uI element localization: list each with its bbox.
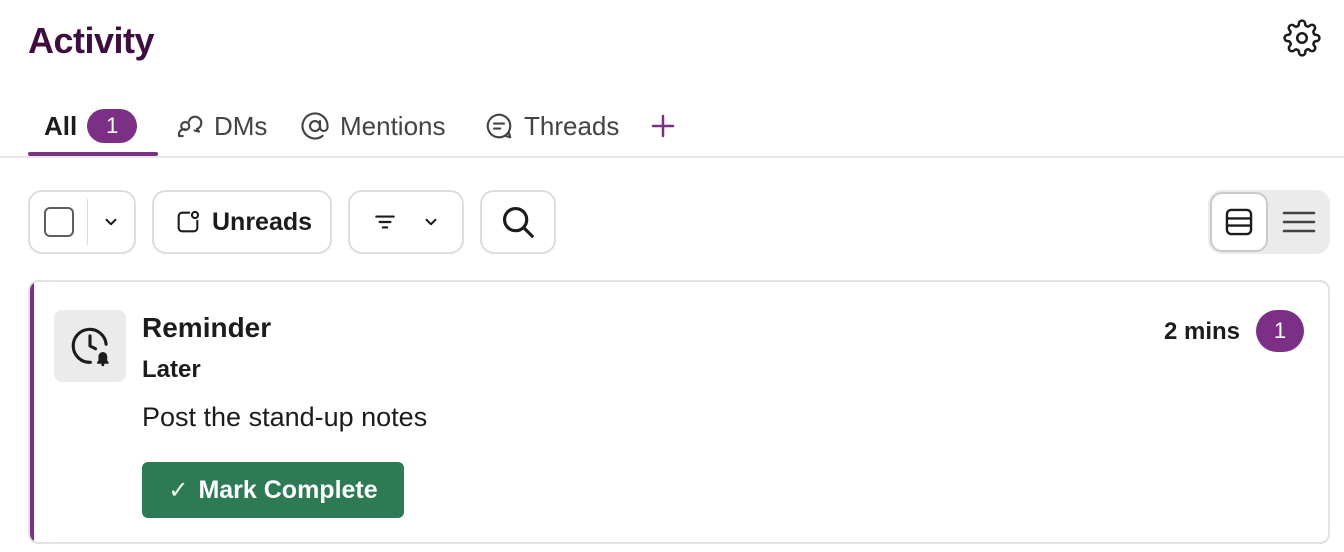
filter-dropdown-button[interactable] xyxy=(348,190,464,254)
activity-count-badge: 1 xyxy=(1256,310,1304,352)
mark-complete-label: Mark Complete xyxy=(198,475,378,504)
mark-complete-button[interactable]: ✓ Mark Complete xyxy=(142,462,404,518)
checkbox-icon xyxy=(43,207,74,237)
tab-threads[interactable]: Threads xyxy=(484,96,619,156)
unread-accent-bar xyxy=(30,282,34,542)
tab-all[interactable]: All 1 xyxy=(44,96,138,156)
tab-label: All xyxy=(44,110,78,141)
unread-count-badge: 1 xyxy=(87,109,138,143)
clock-bell-icon xyxy=(71,327,109,367)
settings-button[interactable] xyxy=(1280,16,1324,60)
search-button[interactable] xyxy=(480,190,556,254)
tab-label: DMs xyxy=(214,110,268,141)
list-view-icon xyxy=(1282,211,1316,233)
activity-item-card[interactable]: Reminder Later Post the stand-up notes 2… xyxy=(28,280,1330,544)
chevron-down-icon xyxy=(105,218,117,226)
select-all-control xyxy=(28,190,136,254)
select-options-dropdown[interactable] xyxy=(88,213,134,231)
select-all-checkbox[interactable] xyxy=(30,207,87,237)
view-toggle xyxy=(1208,190,1330,254)
card-view-icon xyxy=(1225,208,1253,236)
activity-message: Post the stand-up notes xyxy=(142,402,428,432)
activity-subtitle: Later xyxy=(142,356,201,383)
tab-label: Threads xyxy=(524,110,620,141)
dm-bubbles-icon xyxy=(177,115,203,138)
page-title: Activity xyxy=(28,20,155,61)
card-view-button[interactable] xyxy=(1210,192,1268,252)
reminder-avatar xyxy=(54,310,126,382)
gear-icon xyxy=(1283,19,1321,57)
activity-timestamp: 2 mins xyxy=(1163,318,1240,345)
tab-mentions[interactable]: Mentions xyxy=(300,96,446,156)
tab-label: Mentions xyxy=(340,110,446,141)
active-tab-indicator xyxy=(28,152,158,156)
add-tab-button[interactable] xyxy=(648,96,678,156)
tab-dms[interactable]: DMs xyxy=(174,96,267,156)
list-view-button[interactable] xyxy=(1270,192,1328,252)
unreads-icon xyxy=(177,210,200,233)
thread-bubble-icon xyxy=(486,113,512,139)
activity-title: Reminder xyxy=(142,312,272,343)
activity-tabs: All 1 DMs Mentions Threads xyxy=(0,96,1344,158)
at-sign-icon xyxy=(301,112,329,140)
filter-icon xyxy=(375,215,395,229)
unreads-label: Unreads xyxy=(212,207,313,236)
search-icon xyxy=(502,206,534,238)
check-icon: ✓ xyxy=(168,476,189,504)
activity-page: Activity All 1 DMs Mentions Threads Unre… xyxy=(0,0,1344,552)
plus-icon xyxy=(651,114,675,138)
chevron-down-icon xyxy=(425,218,437,226)
unreads-filter-button[interactable]: Unreads xyxy=(152,190,332,254)
